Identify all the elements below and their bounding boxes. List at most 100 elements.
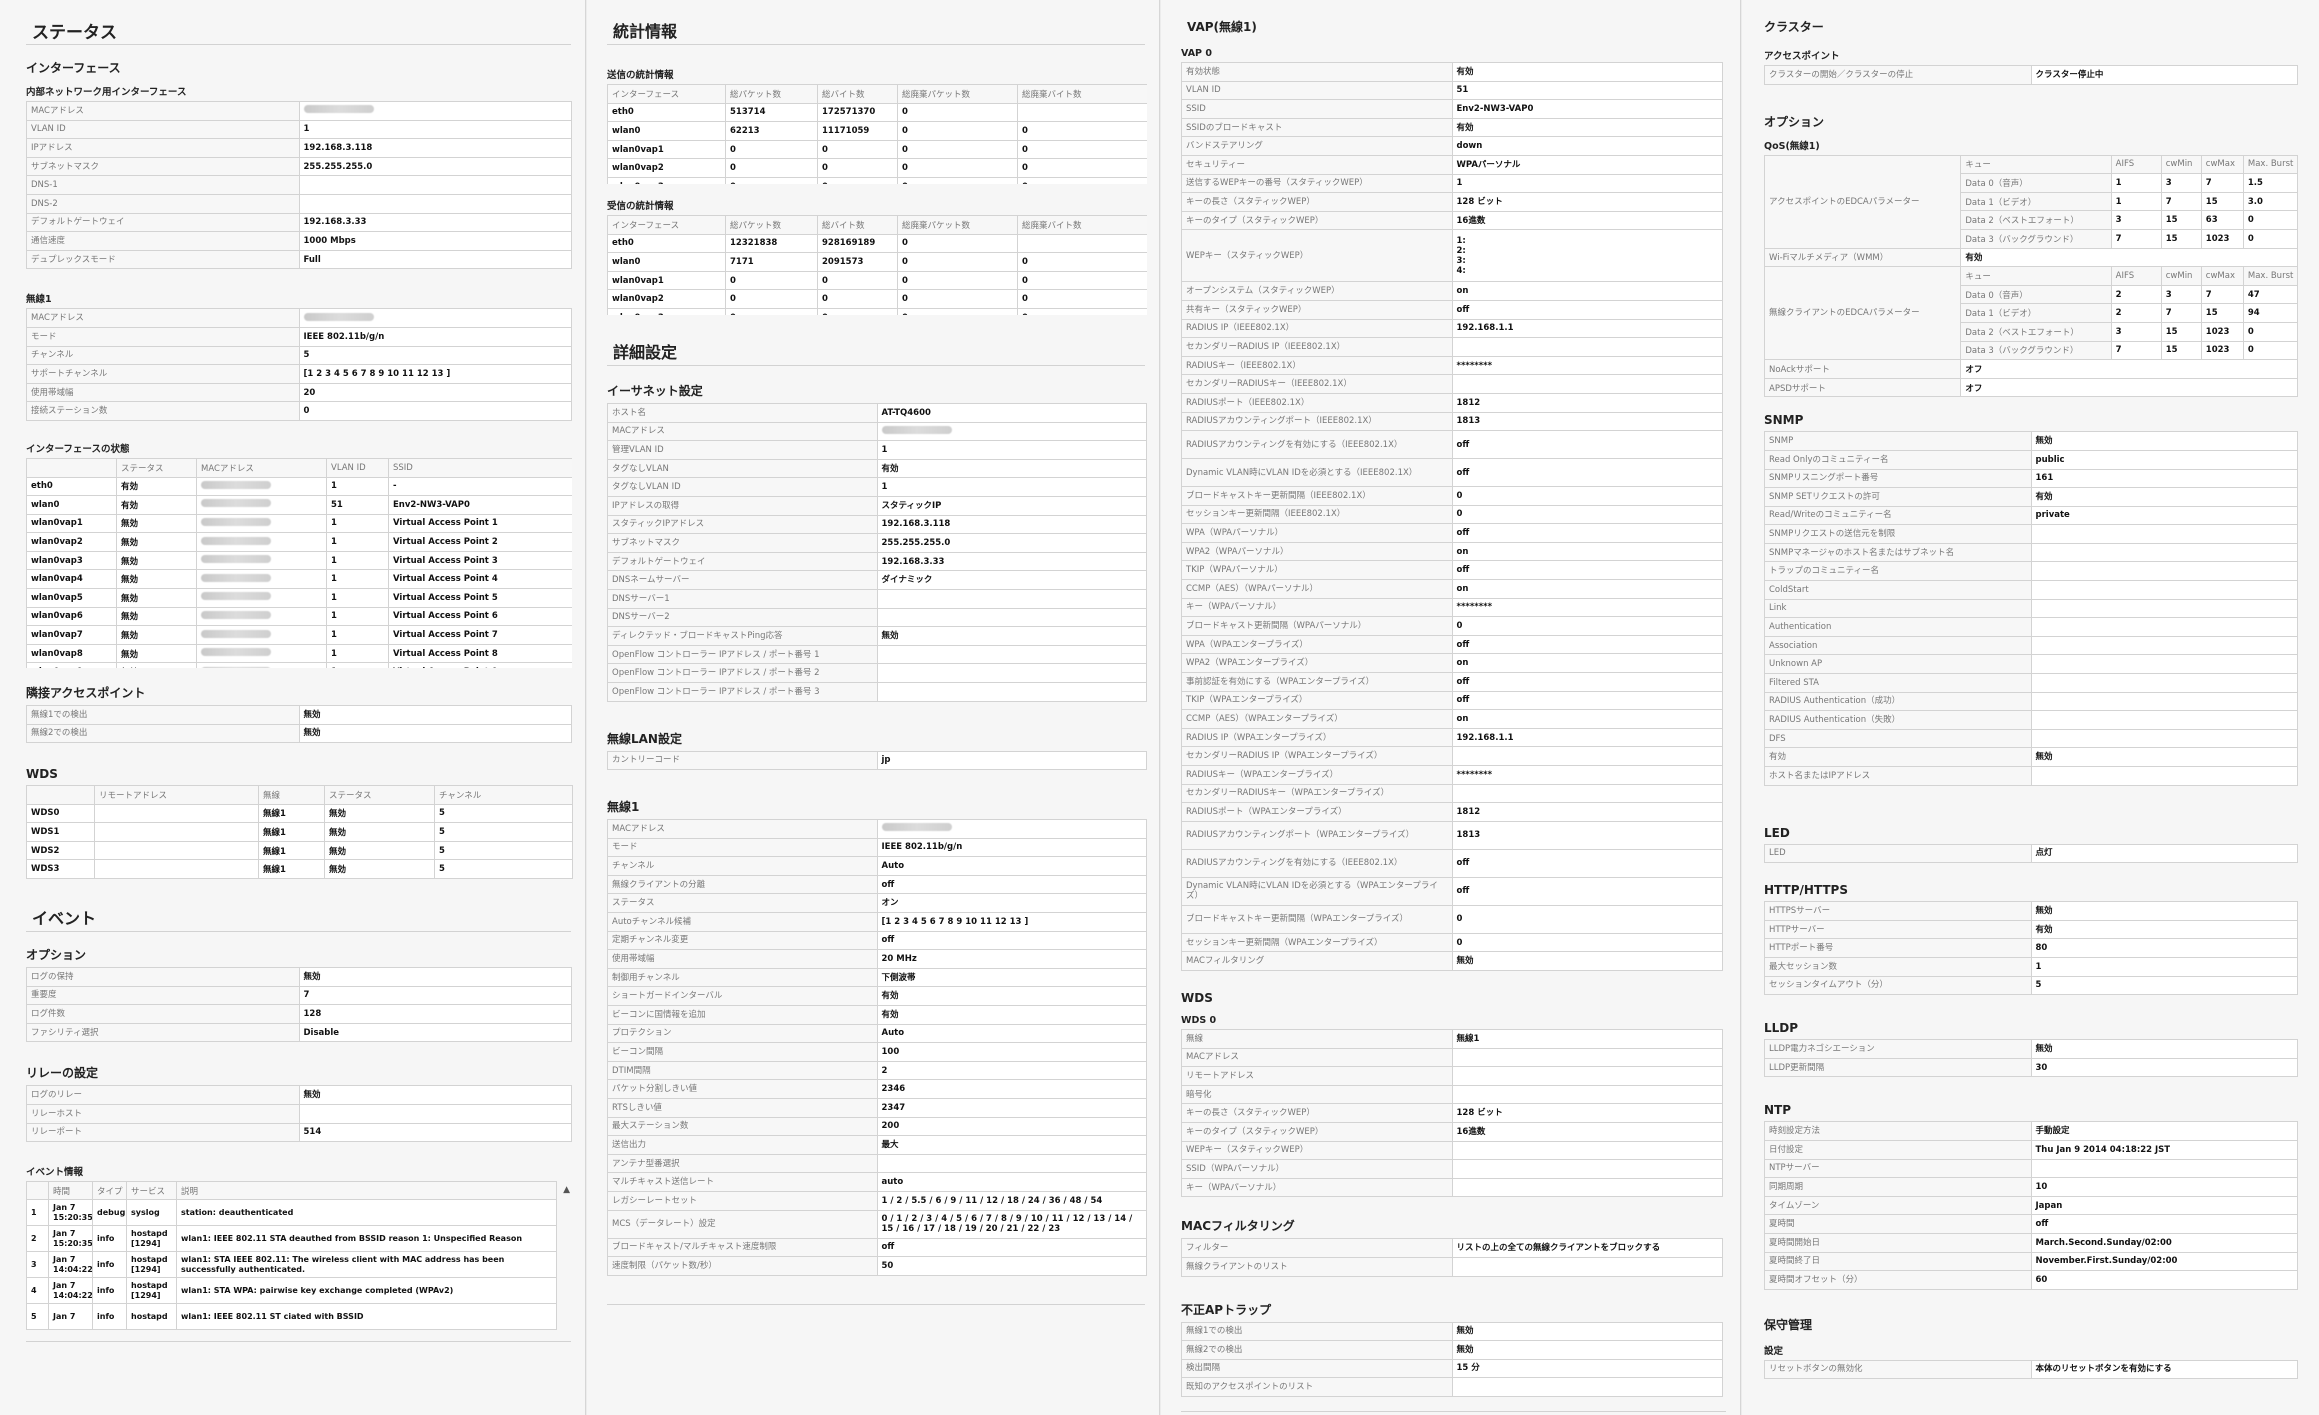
table-header-row: インターフェース 総パケット数 総バイト数 総廃棄パケット数 総廃棄バイト数 xyxy=(607,84,1147,104)
event-info-scroll[interactable]: 時間 タイプ サービス 説明 1 Jan 7 15:20:35 debug syslog sta… xyxy=(26,1181,572,1331)
table-cell: 無線1 xyxy=(258,859,325,880)
field-value: 手動設定 xyxy=(2030,1121,2298,1141)
column-header: タイプ xyxy=(92,1181,127,1201)
table-cell: hostapd [1294] xyxy=(126,1277,177,1305)
table-row: 同期周期 10 xyxy=(1764,1177,2298,1197)
field-label: セカンダリーRADIUS IP（WPAエンタープライズ） xyxy=(1181,746,1453,766)
field-value: 有効 xyxy=(876,986,1147,1007)
field-value: auto xyxy=(876,1172,1147,1192)
table-cell: 5 xyxy=(434,840,573,861)
rx-stats-scroll[interactable]: インターフェース 総パケット数 総バイト数 総廃棄パケット数 総廃棄バイト数 eth0 12… xyxy=(607,215,1147,315)
table-row: wlan0vap7 無効 1 Virtual Access Point 7 xyxy=(26,625,572,645)
field-label: 最大セッション数 xyxy=(1764,956,2032,977)
table-row: アンテナ型番選択 xyxy=(607,1153,1147,1174)
table-row: 無線クライアントの分離 off xyxy=(607,874,1147,895)
column-header: AIFS xyxy=(2110,266,2162,286)
divider xyxy=(607,365,1145,366)
table-row: チャンネル 5 xyxy=(26,345,572,366)
field-label: チャンネル xyxy=(607,856,878,876)
field-value: down xyxy=(1451,136,1723,156)
table-cell: 7 xyxy=(2200,284,2244,305)
table-row: wlan0 有効 51 Env2-NW3-VAP0 xyxy=(26,495,572,515)
interface-state-scroll[interactable]: ステータス MACアドレス VLAN ID SSID eth0 有効 1- wlan0 有効 51… xyxy=(26,457,572,668)
tx-stats-scroll[interactable]: インターフェース 総パケット数 総バイト数 総廃棄パケット数 総廃棄バイト数 eth0 51… xyxy=(607,84,1147,184)
table-row: セッションタイムアウト（分） 5 xyxy=(1764,975,2298,996)
field-label: キーの長さ（スタティックWEP） xyxy=(1181,192,1453,212)
field-value: November.First.Sunday/02:00 xyxy=(2030,1251,2298,1272)
table-cell: hostapd [1294] xyxy=(126,1225,177,1253)
table-row: 暗号化 xyxy=(1181,1084,1723,1105)
field-value: リストの上の全ての無線クライアントをブロックする xyxy=(1451,1238,1723,1258)
table-row: 速度制限（パケット数/秒） 50 xyxy=(607,1256,1147,1276)
table-title-event-info: イベント情報 xyxy=(26,1167,84,1179)
table-cell xyxy=(94,840,259,861)
table-row: 送信するWEPキーの番号（スタティックWEP） 1 xyxy=(1181,173,1723,194)
table-cell: 0 xyxy=(725,158,818,178)
field-label: 無線クライアントの分離 xyxy=(607,874,878,895)
field-label: 定期チャンネル変更 xyxy=(607,930,878,951)
field-label: クラスターの開始／クラスターの停止 xyxy=(1764,65,2032,85)
field-value: off xyxy=(1451,672,1723,692)
field-value: 無効 xyxy=(1451,951,1723,971)
table-cell: wlan0vap2 xyxy=(607,289,726,309)
table-cell: 1023 xyxy=(2200,321,2244,342)
redacted-value xyxy=(303,312,374,321)
table-cell: Data 3（バックグラウンド） xyxy=(1960,228,2112,249)
table-row: SNMPリスニングポート番号 161 xyxy=(1764,468,2298,489)
scroll-up-icon[interactable]: ▲ xyxy=(563,1185,570,1195)
table-row: キーの長さ（スタティックWEP） 128 ビット xyxy=(1181,192,1723,212)
field-value: off xyxy=(876,930,1147,951)
table-cell: 0 xyxy=(817,289,898,309)
ntp-table: 時刻設定方法 手動設定 日付設定 Thu Jan 9 2014 04:18:22 JS… xyxy=(1764,1121,2298,1290)
field-value xyxy=(1451,1177,1723,1198)
field-label: ディレクテッド・ブロードキャストPing応答 xyxy=(607,626,878,646)
table-cell: Data 0（音声） xyxy=(1960,284,2112,305)
subsection-title-neighbor-ap: 隣接アクセスポイント xyxy=(26,685,146,700)
column-header: キュー xyxy=(1960,154,2112,175)
table-row: Wi-Fiマルチメディア（WMM） 有効 xyxy=(1763,247,2298,268)
table-cell: info xyxy=(92,1251,127,1279)
column-header xyxy=(26,457,117,478)
table-row: IPアドレスの取得 スタティックIP xyxy=(607,495,1147,516)
table-row: 既知のアクセスポイントのリスト xyxy=(1181,1377,1723,1397)
table-cell: 有効 xyxy=(116,476,197,497)
table-cell: Virtual Access Point 9 xyxy=(388,662,572,668)
table-row: ファシリティ選択 Disable xyxy=(26,1022,572,1043)
field-value: 192.168.3.33 xyxy=(876,551,1147,572)
field-label: 無線クライアントのEDCAパラメーター xyxy=(1763,266,1962,361)
redacted-value xyxy=(201,666,271,668)
field-label: 使用帯域幅 xyxy=(26,382,300,403)
table-row: RADIUS IP（IEEE802.1X） 192.168.1.1 xyxy=(1181,318,1723,339)
field-label: アクセスポイントのEDCAパラメーター xyxy=(1763,154,1962,249)
table-row: スタティックIPアドレス 192.168.3.118 xyxy=(607,514,1147,535)
divider xyxy=(1181,1410,1726,1412)
field-label: OpenFlow コントローラー IPアドレス / ポート番号 1 xyxy=(607,644,878,665)
table-row: DNSサーバー1 xyxy=(607,588,1147,609)
table-cell: info xyxy=(92,1303,127,1331)
table-row: 事前認証を有効にする（WPAエンタープライズ） off xyxy=(1181,672,1723,692)
column-header: サービス xyxy=(126,1181,177,1201)
table-cell: Data 2（ベストエフォート） xyxy=(1960,321,2112,342)
table-row: モード IEEE 802.11b/g/n xyxy=(607,837,1147,858)
table-cell: 7171 xyxy=(725,252,818,272)
table-cell: wlan0 xyxy=(607,121,726,141)
field-value: ******** xyxy=(1451,355,1723,376)
field-value: 192.168.3.118 xyxy=(298,138,572,158)
snmp-table: SNMP 無効 Read Onlyのコミュニティー名 public SNMPリスニングポ… xyxy=(1764,431,2298,786)
table-row: WDS1 無線1 無効 5 xyxy=(26,822,573,842)
field-value: 128 ビット xyxy=(1451,1103,1723,1123)
table-row: 夏時間終了日 November.First.Sunday/02:00 xyxy=(1764,1251,2298,1272)
table-cell: WDS2 xyxy=(26,840,95,861)
table-row: SNMPリクエストの送信元を制限 xyxy=(1764,524,2298,544)
field-label: マルチキャスト送信レート xyxy=(607,1172,878,1192)
table-row: セッションキー更新間隔（WPAエンタープライズ） 0 xyxy=(1181,932,1723,953)
field-value: 0 xyxy=(1451,932,1723,953)
table-cell: 1 xyxy=(326,550,389,571)
field-value: IEEE 802.11b/g/n xyxy=(876,837,1147,858)
column-header xyxy=(26,1181,49,1201)
field-value xyxy=(2030,542,2298,563)
field-label: 無線 xyxy=(1181,1028,1453,1049)
field-label: タグなしVLAN xyxy=(607,458,878,479)
field-label: ブロードキャスト更新間隔（WPAパーソナル） xyxy=(1181,616,1453,636)
field-label: DNSサーバー1 xyxy=(607,588,878,609)
